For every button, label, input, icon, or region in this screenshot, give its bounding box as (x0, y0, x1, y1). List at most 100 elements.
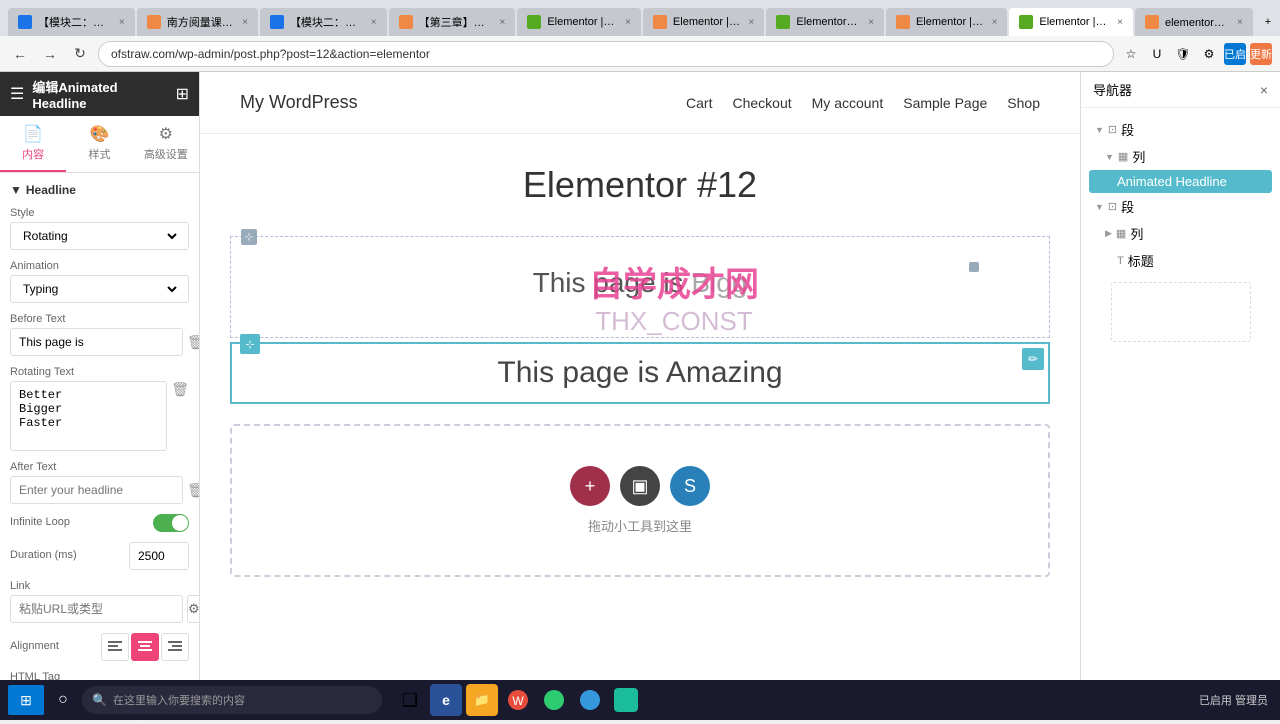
style-select-wrapper[interactable]: Rotating (10, 222, 189, 250)
nav-item-animated-headline[interactable]: Animated Headline (1089, 170, 1272, 193)
tab-close-5[interactable]: × (625, 17, 631, 28)
rotating-text-input[interactable]: Better Bigger Faster (10, 381, 167, 451)
right-panel: 导航器 × ▼ ⊡ 段 ▼ ▦ 列 Animated Headline (1080, 72, 1280, 720)
address-bar[interactable]: ofstraw.com/wp-admin/post.php?post=12&ac… (98, 41, 1114, 67)
nav-icon-1: ⊡ (1108, 123, 1117, 136)
update-btn[interactable]: 更新 (1250, 43, 1272, 65)
nav-item-section1[interactable]: ▼ ⊡ 段 (1089, 116, 1272, 143)
translate-icon[interactable]: 已启 (1224, 43, 1246, 65)
nav-empty-placeholder (1111, 282, 1251, 342)
element-drag-handle[interactable]: ⊹ (240, 334, 260, 354)
align-left-btn[interactable] (101, 633, 129, 661)
headline-element[interactable]: ⊹ ✏ This page is Amazing (230, 342, 1050, 404)
nav-item-col1[interactable]: ▼ ▦ 列 (1089, 143, 1272, 170)
tab-close-10[interactable]: × (1237, 17, 1243, 28)
align-right-btn[interactable] (161, 633, 189, 661)
tab-10[interactable]: elementor_考宝... × (1135, 8, 1253, 36)
nav-back-btn[interactable]: ← (8, 42, 32, 66)
tab-close-6[interactable]: × (749, 17, 755, 28)
tab-label-5: Elementor | Elem... (547, 16, 617, 28)
tab-close-8[interactable]: × (992, 17, 998, 28)
nav-item-section2[interactable]: ▼ ⊡ 段 (1089, 193, 1272, 220)
animation-field-row: Animation Typing (10, 260, 189, 303)
nav-cart[interactable]: Cart (686, 95, 712, 111)
content-tab-label: 内容 (22, 146, 44, 162)
taskbar-app-folder[interactable]: 📁 (466, 684, 498, 716)
duration-input[interactable]: 2500 (129, 542, 189, 570)
taskbar-taskview[interactable]: ❑ (394, 684, 426, 716)
taskbar-app-5[interactable] (574, 684, 606, 716)
new-tab-btn[interactable]: + (1255, 8, 1280, 36)
extension-icon[interactable]: U (1146, 43, 1168, 65)
tab-advanced[interactable]: ⚙ 高级设置 (133, 116, 199, 172)
taskbar-app-ie[interactable]: e (430, 684, 462, 716)
tab-7[interactable]: Elementor | My ... × (766, 8, 884, 36)
nav-account[interactable]: My account (812, 95, 884, 111)
before-text-wrapper: This page is 🗑 (10, 328, 189, 356)
advanced-tab-label: 高级设置 (144, 146, 188, 162)
align-center-btn[interactable] (131, 633, 159, 661)
after-text-input[interactable] (10, 476, 183, 504)
nav-shop[interactable]: Shop (1007, 95, 1040, 111)
tab-bar: 【模块二：阅量课... × 南方阅量课程 - F... × 【模块二：阅量课..… (0, 0, 1280, 36)
nav-forward-btn[interactable]: → (38, 42, 62, 66)
nav-icon-4: ⊡ (1108, 200, 1117, 213)
link-settings-btn[interactable]: ⚙ (187, 595, 199, 623)
tab-close-7[interactable]: × (868, 17, 874, 28)
animation-select[interactable]: Typing (19, 281, 180, 297)
star-icon[interactable]: ☆ (1120, 43, 1142, 65)
before-text-field-row: Before Text This page is 🗑 (10, 313, 189, 356)
nav-checkout[interactable]: Checkout (732, 95, 791, 111)
tab-3[interactable]: 【模块二：阅量课... × (260, 8, 387, 36)
nav-item-title[interactable]: T 标题 (1089, 247, 1272, 274)
nav-arrow-4: ▼ (1095, 202, 1104, 212)
link-row: 粘贴URL或类型 ⚙ 🗑 (10, 595, 189, 623)
tab-close-3[interactable]: × (371, 17, 377, 28)
tab-1[interactable]: 【模块二：阅量课... × (8, 8, 135, 36)
section-header-headline[interactable]: ▼ Headline (10, 183, 189, 197)
section-move-handle[interactable]: ⊹ (241, 229, 257, 245)
menu-icon[interactable]: ☰ (10, 84, 24, 104)
tab-style[interactable]: 🎨 样式 (66, 116, 132, 172)
tab-content[interactable]: 📄 内容 (0, 116, 66, 172)
canvas-area[interactable]: My WordPress Cart Checkout My account Sa… (200, 72, 1080, 720)
add-element-btn[interactable]: + (570, 466, 610, 506)
taskbar-app-3[interactable]: W (502, 684, 534, 716)
svg-text:W: W (512, 694, 524, 708)
tab-9[interactable]: Elementor | Elem... × (1009, 8, 1133, 36)
section-arrow: ▼ (10, 183, 22, 197)
style-select[interactable]: Rotating (19, 228, 180, 244)
tab-5[interactable]: Elementor | Elem... × (517, 8, 641, 36)
template-btn[interactable]: S (670, 466, 710, 506)
before-text-input[interactable]: This page is (10, 328, 183, 356)
tab-4[interactable]: 【第三章】第三章... × (389, 8, 516, 36)
tab-close-1[interactable]: × (119, 17, 125, 28)
drop-zone[interactable]: + ▣ S 拖动小工具到这里 (230, 424, 1050, 577)
tab-8[interactable]: Elementor | Web... × (886, 8, 1007, 36)
tab-close-2[interactable]: × (242, 17, 248, 28)
tab-2[interactable]: 南方阅量课程 - F... × (137, 8, 258, 36)
before-text-clear[interactable]: 🗑 (187, 334, 199, 351)
animation-select-wrapper[interactable]: Typing (10, 275, 189, 303)
nav-refresh-btn[interactable]: ↻ (68, 42, 92, 66)
infinite-loop-toggle[interactable] (153, 514, 189, 532)
taskbar-app-6[interactable] (610, 684, 642, 716)
nav-panel-close-btn[interactable]: × (1260, 82, 1268, 98)
tab-close-9[interactable]: × (1117, 17, 1123, 28)
tab-6[interactable]: Elementor | Web... × (643, 8, 764, 36)
link-input[interactable]: 粘贴URL或类型 (10, 595, 183, 623)
cortana-btn[interactable]: ○ (48, 685, 78, 715)
tab-close-4[interactable]: × (500, 17, 506, 28)
widget-btn[interactable]: ▣ (620, 466, 660, 506)
nav-sample[interactable]: Sample Page (903, 95, 987, 111)
settings-icon[interactable]: ⚙ (1198, 43, 1220, 65)
after-text-clear[interactable]: 🗑 (187, 482, 199, 499)
grid-icon[interactable]: ⊞ (176, 84, 189, 104)
rotating-text-clear[interactable]: 🗑 (171, 381, 189, 398)
nav-item-col2[interactable]: ▶ ▦ 列 (1089, 220, 1272, 247)
taskbar-app-4[interactable] (538, 684, 570, 716)
taskbar-search[interactable]: 🔍 在这里输入你要搜索的内容 (82, 686, 382, 714)
security-icon[interactable]: 🛡 (1172, 43, 1194, 65)
element-edit-icon[interactable]: ✏ (1022, 348, 1044, 370)
start-button[interactable]: ⊞ (8, 685, 44, 715)
